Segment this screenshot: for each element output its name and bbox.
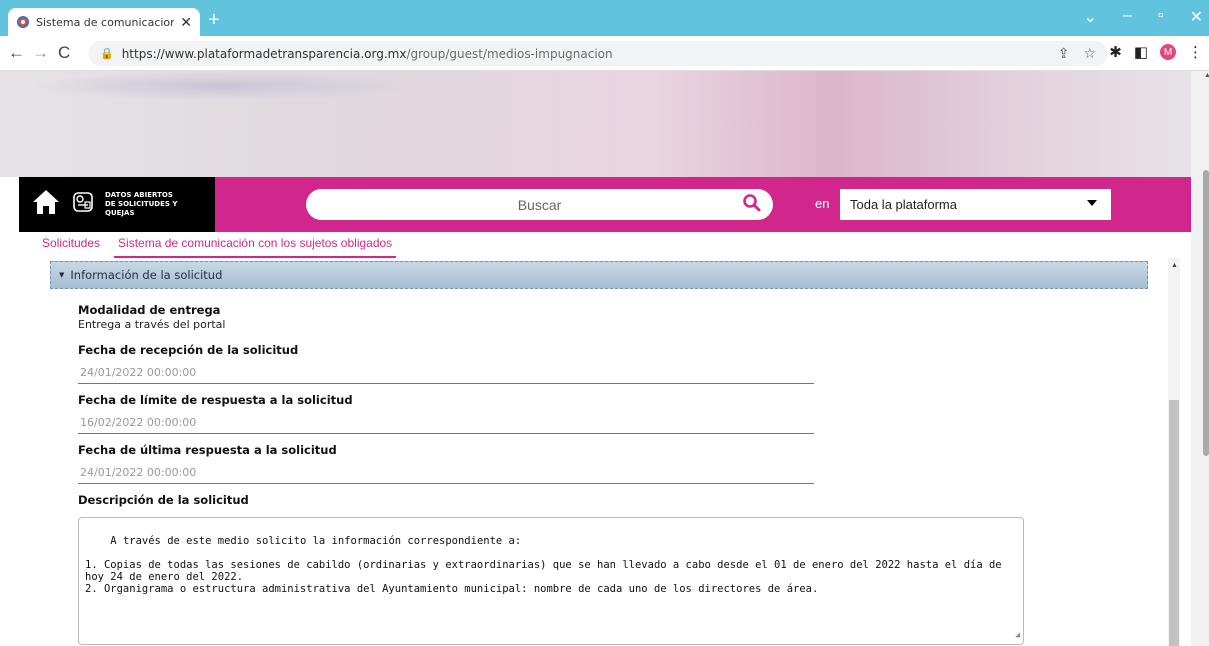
bookmark-star-icon[interactable]: ☆ [1083,45,1096,62]
search-icon[interactable] [743,194,761,217]
limite-date-field[interactable]: 16/02/2022 00:00:00 [78,416,814,434]
descripcion-text: A través de este medio solicito la infor… [85,535,1002,595]
recepcion-label: Fecha de recepción de la solicitud [78,343,299,357]
new-tab-button[interactable]: + [208,10,220,30]
chevron-down-icon [1087,200,1097,206]
search-box[interactable] [306,189,773,220]
tab-solicitudes[interactable]: Solicitudes [38,236,104,258]
browser-tabstrip: Sistema de comunicacion con los ✕ + ⌄ – … [0,0,1209,36]
favicon-icon [16,15,30,29]
close-window-icon[interactable]: ✕ [1190,7,1203,27]
close-tab-icon[interactable]: ✕ [180,14,192,31]
menu-kebab-icon[interactable]: ⋮ [1188,43,1203,61]
scope-select[interactable]: Toda la plataforma [840,189,1111,220]
scroll-up-arrow-icon[interactable]: ▲ [1171,262,1178,269]
modalidad-label: Modalidad de entrega [78,303,221,317]
back-icon[interactable]: ← [8,44,25,62]
tab-title: Sistema de comunicacion con los [36,15,175,29]
url-text: https://www.plataformadetransparencia.or… [121,46,613,61]
extension-icons: ✱ ◧ M ⋮ [1109,43,1203,61]
sub-navigation: Solicitudes Sistema de comunicación con … [38,236,397,258]
site-logo[interactable]: DATOS ABIERTOS DE SOLICITUDES Y QUEJAS [19,177,215,232]
tab-sistema-comunicacion[interactable]: Sistema de comunicación con los sujetos … [114,236,397,258]
extensions-puzzle-icon[interactable]: ✱ [1109,43,1122,61]
recepcion-date-field[interactable]: 24/01/2022 00:00:00 [78,366,814,384]
scope-value: Toda la plataforma [850,197,957,212]
page-scrollbar-thumb[interactable] [1203,170,1209,456]
reload-icon[interactable]: C [58,44,70,62]
tab-search-icon[interactable]: ⌄ [1084,7,1097,27]
open-data-icon [71,190,95,219]
page-banner [0,71,1191,177]
section-title: Información de la solicitud [70,268,223,282]
side-panel-icon[interactable]: ◧ [1134,43,1148,61]
ultima-label: Fecha de última respuesta a la solicitud [78,443,337,457]
logo-text: DATOS ABIERTOS DE SOLICITUDES Y QUEJAS [105,191,178,217]
lock-icon[interactable]: 🔒 [100,47,114,60]
page-scroll-up-arrow-icon[interactable]: ▲ [1204,72,1209,79]
limite-label: Fecha de límite de respuesta a la solici… [78,393,353,407]
descripcion-textarea[interactable]: A través de este medio solicito la infor… [78,517,1024,645]
content-panel: ▼ Información de la solicitud Modalidad … [38,258,1191,646]
window-controls: ⌄ – ▫ ✕ [1084,7,1203,27]
url-input[interactable]: 🔒 https://www.plataformadetransparencia.… [88,41,1108,66]
share-icon[interactable]: ⇪ [1058,45,1070,62]
profile-avatar[interactable]: M [1160,44,1176,60]
modalidad-value: Entrega a través del portal [78,318,226,331]
home-icon[interactable] [31,188,61,222]
resize-grip-icon[interactable]: ◢ [1015,629,1020,641]
descripcion-label: Descripción de la solicitud [78,493,249,507]
browser-tab[interactable]: Sistema de comunicacion con los ✕ [8,8,200,36]
inner-scrollbar-thumb[interactable] [1169,400,1179,646]
collapse-triangle-icon: ▼ [59,271,65,279]
search-input[interactable] [349,196,730,213]
forward-icon[interactable]: → [32,44,49,62]
maximize-icon[interactable]: ▫ [1158,7,1164,27]
scope-label: en [815,196,830,211]
address-bar-row: ← → C 🔒 https://www.plataformadetranspar… [0,36,1209,71]
ultima-date-field[interactable]: 24/01/2022 00:00:00 [78,466,814,484]
section-header[interactable]: ▼ Información de la solicitud [50,261,1148,289]
minimize-icon[interactable]: – [1123,7,1132,27]
